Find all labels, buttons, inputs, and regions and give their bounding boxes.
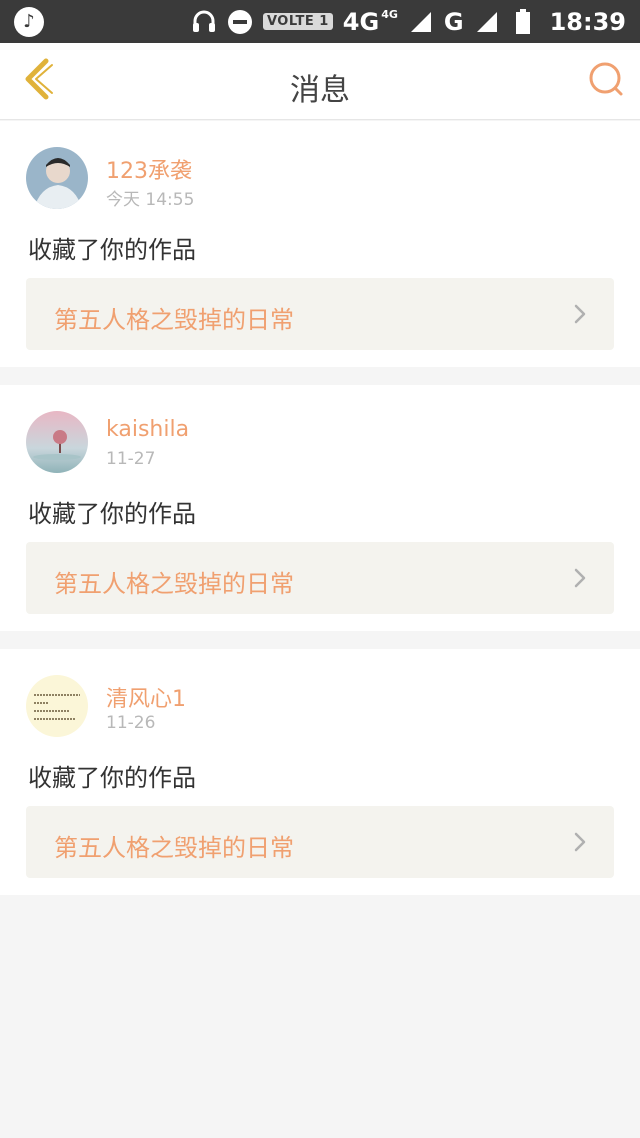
notification-card: 清风心1 11-26 收藏了你的作品 第五人格之毁掉的日常	[0, 649, 640, 895]
app-notification-icon: ♪	[14, 6, 44, 37]
work-title: 第五人格之毁掉的日常	[54, 570, 294, 598]
username-link[interactable]: 123承袭	[106, 153, 192, 185]
search-button[interactable]	[586, 61, 626, 101]
username-link[interactable]: 清风心1	[106, 681, 186, 713]
notification-card: 123承袭 今天 14:55 收藏了你的作品 第五人格之毁掉的日常	[0, 121, 640, 367]
action-text: 收藏了你的作品	[28, 500, 196, 528]
timestamp: 11-26	[106, 713, 156, 733]
action-text: 收藏了你的作品	[28, 236, 196, 264]
work-link[interactable]: 第五人格之毁掉的日常	[26, 542, 614, 614]
page-title: 消息	[290, 73, 350, 108]
notification-card: kaishila 11-27 收藏了你的作品 第五人格之毁掉的日常	[0, 385, 640, 631]
timestamp: 今天 14:55	[106, 190, 195, 210]
work-title: 第五人格之毁掉的日常	[54, 834, 294, 862]
network-4g-label: 4G	[342, 7, 380, 36]
top-bar: 消息	[0, 43, 640, 120]
status-bar: ♪ VOLTE 1 4G 4G G 18:39	[0, 0, 640, 43]
signal-icon	[474, 9, 500, 35]
chevron-right-icon	[570, 831, 590, 853]
work-link[interactable]: 第五人格之毁掉的日常	[26, 278, 614, 350]
avatar[interactable]	[26, 147, 88, 209]
avatar[interactable]	[26, 675, 88, 737]
do-not-disturb-icon	[227, 9, 253, 35]
volte-badge: VOLTE 1	[262, 13, 333, 30]
username-link[interactable]: kaishila	[106, 417, 189, 442]
work-title: 第五人格之毁掉的日常	[54, 306, 294, 334]
battery-icon	[510, 8, 536, 35]
chevron-right-icon	[570, 567, 590, 589]
search-icon	[588, 61, 624, 101]
action-text: 收藏了你的作品	[28, 764, 196, 792]
headset-icon	[191, 9, 217, 35]
clock: 18:39	[549, 7, 626, 36]
network-g-label: G	[443, 7, 464, 36]
signal-icon	[408, 9, 434, 35]
chevron-right-icon	[570, 303, 590, 325]
network-4g-small-label: 4G	[381, 8, 398, 21]
avatar[interactable]	[26, 411, 88, 473]
work-link[interactable]: 第五人格之毁掉的日常	[26, 806, 614, 878]
timestamp: 11-27	[106, 449, 156, 469]
